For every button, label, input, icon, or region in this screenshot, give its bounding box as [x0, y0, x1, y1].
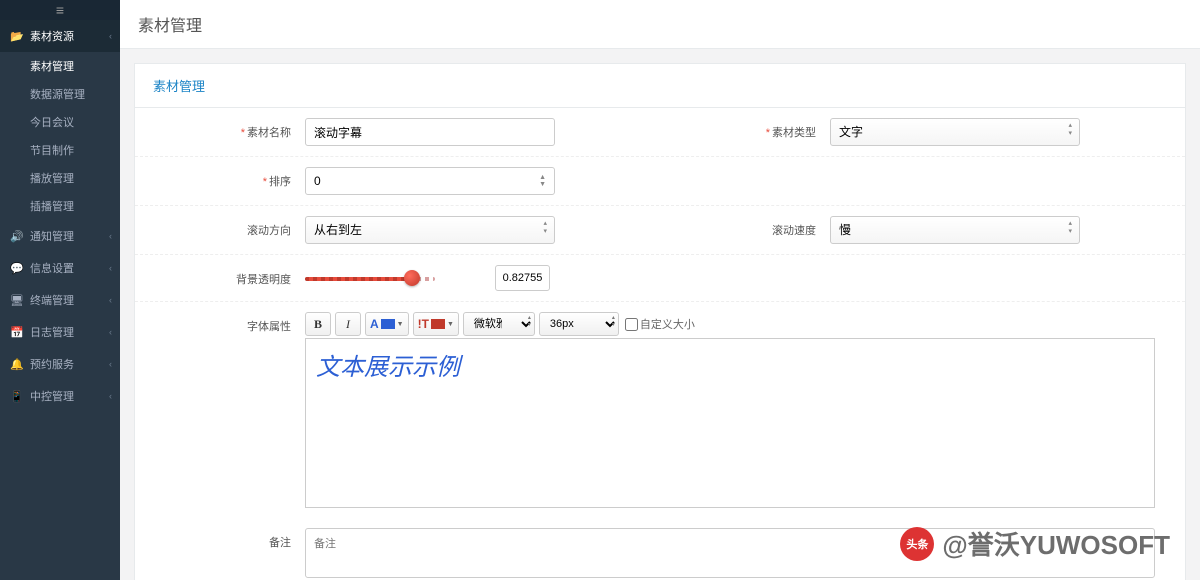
sidebar-item-label: 日志管理: [30, 324, 74, 340]
speed-select[interactable]: 慢: [830, 216, 1080, 244]
bell-icon: 🔔: [10, 358, 24, 371]
calendar-icon: 📅: [10, 326, 24, 339]
sidebar-item-label: 预约服务: [30, 356, 74, 372]
custom-size-checkbox-label[interactable]: 自定义大小: [625, 316, 695, 332]
sidebar-sub-datasource-manage[interactable]: 数据源管理: [0, 80, 120, 108]
sidebar-item-label: 信息设置: [30, 260, 74, 276]
opacity-value-input[interactable]: [495, 265, 550, 291]
content: 素材管理 *素材名称 *素材类型 文字: [120, 49, 1200, 580]
megaphone-icon: 🔊: [10, 230, 24, 243]
order-label: *排序: [135, 167, 305, 189]
editor-sample-text: 文本展示示例: [316, 347, 1144, 382]
stepper-up-icon[interactable]: ▲: [539, 174, 546, 181]
sidebar-item-terminal-manage[interactable]: 🖥 终端管理 ‹: [0, 284, 120, 316]
chevron-icon: ‹: [109, 295, 112, 305]
hamburger-icon: ≡: [56, 2, 64, 18]
sidebar-item-log-manage[interactable]: 📅 日志管理 ‹: [0, 316, 120, 348]
sidebar-item-label: 通知管理: [30, 228, 74, 244]
sidebar: ≡ 📂 素材资源 ‹ 素材管理 数据源管理 今日会议 节目制作 播放管理 插播管…: [0, 0, 120, 580]
bg-color-button[interactable]: !T▼: [413, 312, 459, 336]
chevron-icon: ‹: [109, 231, 112, 241]
sidebar-item-reserve-service[interactable]: 🔔 预约服务 ‹: [0, 348, 120, 380]
chevron-icon: ‹: [109, 391, 112, 401]
chat-icon: 💬: [10, 262, 24, 275]
note-textarea[interactable]: [305, 528, 1155, 578]
bold-button[interactable]: B: [305, 312, 331, 336]
font-toolbar: B I A▼ !T▼ 微软雅黑 36px 自定义大小: [305, 312, 1155, 336]
sidebar-item-material-resource[interactable]: 📂 素材资源 ‹: [0, 20, 120, 52]
slider-thumb[interactable]: [404, 270, 420, 286]
folder-open-icon: 📂: [10, 30, 24, 43]
material-type-select[interactable]: 文字: [830, 118, 1080, 146]
font-attr-label: 字体属性: [135, 312, 305, 334]
chevron-icon: ‹: [109, 327, 112, 337]
monitor-icon: 🖥: [10, 294, 24, 307]
material-type-label: *素材类型: [660, 118, 830, 140]
chevron-icon: ‹: [109, 31, 112, 41]
stepper-down-icon[interactable]: ▼: [539, 181, 546, 188]
sidebar-toggle[interactable]: ≡: [0, 0, 120, 20]
sidebar-item-notify-manage[interactable]: 🔊 通知管理 ‹: [0, 220, 120, 252]
sidebar-item-program-make[interactable]: 节目制作: [0, 136, 120, 164]
sidebar-item-central-control[interactable]: 📱 中控管理 ‹: [0, 380, 120, 412]
chevron-icon: ‹: [109, 263, 112, 273]
material-name-label: *素材名称: [135, 118, 305, 140]
sidebar-item-label: 素材资源: [30, 28, 74, 44]
direction-select[interactable]: 从右到左: [305, 216, 555, 244]
page-title: 素材管理: [120, 0, 1200, 49]
panel-title: 素材管理: [135, 64, 1185, 108]
note-label: 备注: [135, 528, 305, 550]
sidebar-item-play-manage[interactable]: 播放管理: [0, 164, 120, 192]
order-stepper[interactable]: ▲▼: [305, 167, 555, 195]
font-size-select[interactable]: 36px: [539, 312, 619, 336]
text-editor[interactable]: 文本展示示例: [305, 338, 1155, 508]
opacity-label: 背景透明度: [135, 265, 305, 287]
sidebar-item-label: 中控管理: [30, 388, 74, 404]
main: 素材管理 素材管理 *素材名称 *素材类型 文字: [120, 0, 1200, 580]
order-input[interactable]: [314, 174, 514, 188]
italic-button[interactable]: I: [335, 312, 361, 336]
font-family-select[interactable]: 微软雅黑: [463, 312, 535, 336]
sidebar-sub-material-manage[interactable]: 素材管理: [0, 52, 120, 80]
phone-icon: 📱: [10, 390, 24, 403]
direction-label: 滚动方向: [135, 216, 305, 238]
material-name-input[interactable]: [305, 118, 555, 146]
sidebar-item-info-settings[interactable]: 💬 信息设置 ‹: [0, 252, 120, 284]
sidebar-item-today-meeting[interactable]: 今日会议: [0, 108, 120, 136]
chevron-icon: ‹: [109, 359, 112, 369]
panel: 素材管理 *素材名称 *素材类型 文字: [134, 63, 1186, 580]
speed-label: 滚动速度: [660, 216, 830, 238]
opacity-slider[interactable]: [305, 273, 435, 283]
custom-size-checkbox[interactable]: [625, 318, 638, 331]
font-color-button[interactable]: A▼: [365, 312, 409, 336]
sidebar-item-insert-manage[interactable]: 插播管理: [0, 192, 120, 220]
sidebar-item-label: 终端管理: [30, 292, 74, 308]
